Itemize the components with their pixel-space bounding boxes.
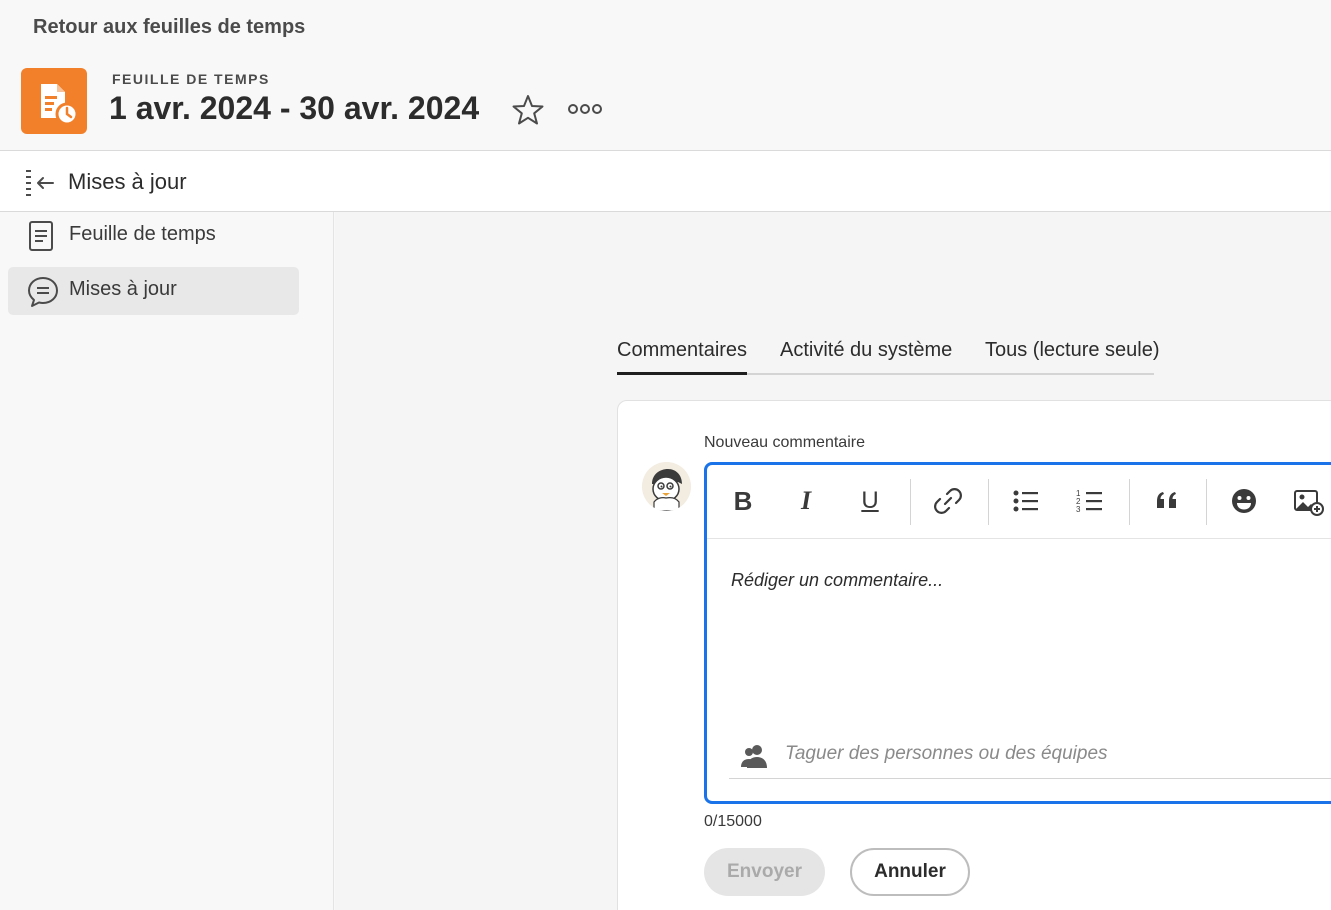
sidebar-item-updates[interactable]: Mises à jour [8,267,299,315]
sidebar-item-timesheet[interactable]: Feuille de temps [8,212,299,260]
tab-system-activity[interactable]: Activité du système [780,339,952,362]
updates-tabs: Commentaires Activité du système Tous (l… [617,336,1160,375]
page-title: 1 avr. 2024 - 30 avr. 2024 [109,90,480,126]
toolbar-divider [910,479,911,525]
timesheet-icon [21,68,87,134]
people-icon [741,745,767,768]
numbered-list-button[interactable]: 1 2 3 [1072,483,1108,519]
main-content: Commentaires Activité du système Tous (l… [335,212,1331,910]
underline-button[interactable]: U [852,483,888,519]
toolbar-divider [1206,479,1207,525]
sidebar-item-label: Mises à jour [69,278,177,300]
bullet-list-button[interactable] [1008,483,1044,519]
tab-comments[interactable]: Commentaires [617,339,748,375]
toolbar-divider [1129,479,1130,525]
emoji-button[interactable] [1226,483,1262,519]
quote-icon [1157,492,1176,508]
collapse-panel-icon[interactable] [24,167,56,197]
italic-button[interactable]: I [788,483,824,519]
link-button[interactable] [930,483,966,519]
back-to-timesheets-link[interactable]: Retour aux feuilles de temps [33,16,305,39]
link-icon [934,488,962,514]
bold-button[interactable]: B [725,483,761,519]
insert-image-button[interactable] [1290,483,1326,519]
comment-card: Nouveau commentaire B I U 1 2 3 Rédiger … [617,400,1331,910]
favorite-star-icon[interactable] [511,93,545,127]
page-eyebrow: FEUILLE DE TEMPS [112,71,270,87]
more-options-icon[interactable] [567,99,603,119]
send-button[interactable]: Envoyer [704,848,825,896]
emoji-icon [1232,489,1256,513]
sidebar: Feuille de temps Mises à jour [0,212,334,910]
updates-panel-header: Mises à jour [0,150,1331,212]
svg-text:3: 3 [1076,505,1081,514]
new-comment-label: Nouveau commentaire [704,434,865,451]
comment-editor[interactable]: B I U 1 2 3 Rédiger un commentaire... Ta… [704,462,1331,804]
bullet-list-icon [1013,490,1038,512]
insert-image-icon [1294,490,1324,516]
cancel-button[interactable]: Annuler [850,848,970,896]
quote-button[interactable] [1149,483,1185,519]
italic-icon: I [800,486,812,515]
avatar [642,462,691,511]
tag-people-input[interactable]: Taguer des personnes ou des équipes [729,735,1331,779]
editor-toolbar: B I U 1 2 3 [707,465,1331,539]
tag-placeholder: Taguer des personnes ou des équipes [785,743,1108,764]
toolbar-divider [988,479,989,525]
comment-textarea[interactable]: Rédiger un commentaire... [731,570,943,591]
numbered-list-icon: 1 2 3 [1076,489,1102,514]
tab-all-read-only[interactable]: Tous (lecture seule) [985,339,1160,362]
updates-panel-title: Mises à jour [68,169,187,194]
sidebar-item-label: Feuille de temps [69,223,216,245]
underline-icon: U [861,487,879,514]
character-count: 0/15000 [704,813,762,830]
bold-icon: B [733,485,753,516]
